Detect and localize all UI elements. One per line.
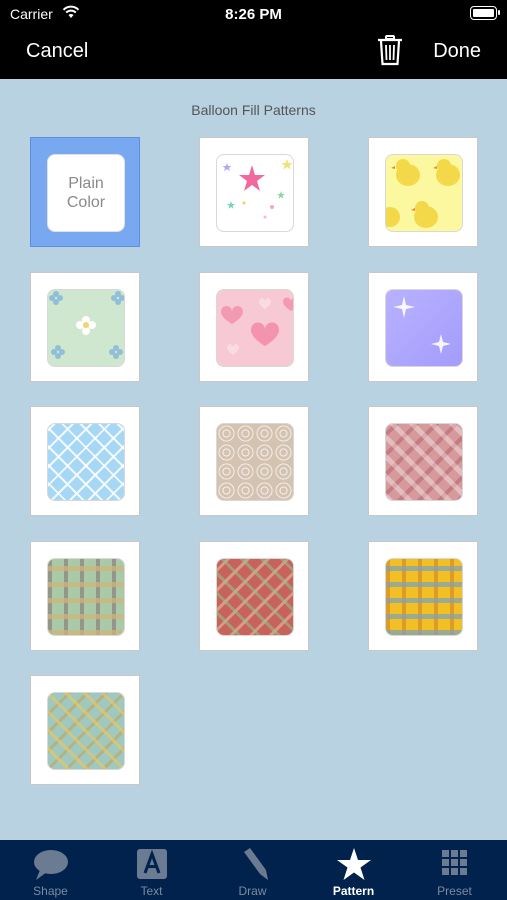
lattice-swatch [47,423,125,501]
hearts-swatch [216,289,294,367]
pencil-icon [244,848,268,880]
pattern-red-plaid[interactable] [199,541,309,651]
tab-draw-label: Draw [238,884,267,898]
green-plaid-swatch [47,558,125,636]
pattern-circles[interactable] [199,406,309,516]
tab-shape-label: Shape [33,884,68,898]
pattern-floral[interactable] [30,272,140,382]
tab-text-label: Text [140,884,163,898]
pattern-grid: Plain Color [0,0,507,840]
tab-bar: Shape Text Draw Pattern Preset [0,840,507,900]
tab-preset[interactable]: Preset [404,840,505,900]
pink-plaid-swatch [385,423,463,501]
pattern-yellow-plaid[interactable] [368,541,478,651]
tab-draw[interactable]: Draw [202,840,303,900]
sparkle-swatch [385,289,463,367]
teal-plaid-swatch [47,692,125,770]
tab-preset-label: Preset [437,884,472,898]
tab-pattern[interactable]: Pattern [303,840,404,900]
pattern-lattice[interactable] [30,406,140,516]
pattern-chicks[interactable] [368,137,478,247]
tab-shape[interactable]: Shape [0,840,101,900]
pattern-stars[interactable] [199,137,309,247]
floral-swatch [47,289,125,367]
pattern-pink-plaid[interactable] [368,406,478,516]
stars-swatch [216,154,294,232]
text-a-icon [137,849,167,879]
chicks-swatch [385,154,463,232]
pattern-teal-plaid[interactable] [30,675,140,785]
red-plaid-swatch [216,558,294,636]
pattern-plain-color[interactable]: Plain Color [30,137,140,247]
star-icon [337,848,371,880]
plain-color-label: Plain Color [47,154,125,232]
tab-pattern-label: Pattern [332,884,375,898]
pattern-hearts[interactable] [199,272,309,382]
pattern-sparkle[interactable] [368,272,478,382]
tab-text[interactable]: Text [101,840,202,900]
grid-icon [442,850,467,875]
circles-swatch [216,423,294,501]
speech-bubble-icon [34,850,68,880]
pattern-green-plaid[interactable] [30,541,140,651]
yellow-plaid-swatch [385,558,463,636]
